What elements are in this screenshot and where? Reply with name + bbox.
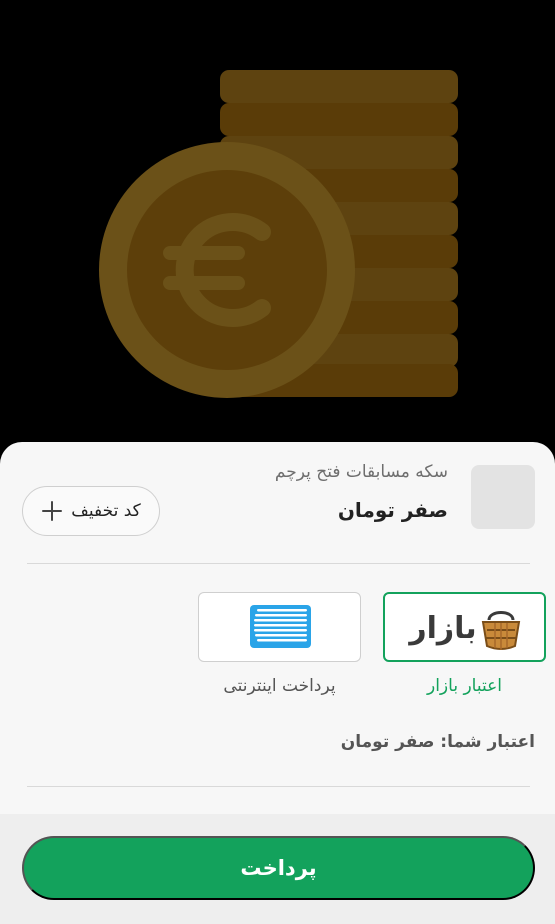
pay-button[interactable]: پرداخت — [22, 836, 535, 900]
divider — [27, 563, 530, 564]
product-price: صفر تومان — [337, 498, 448, 522]
card-icon — [250, 605, 311, 648]
bazaar-logo-text: بازار — [407, 611, 476, 646]
internet-payment-label: پرداخت اینترنتی — [223, 676, 336, 696]
product-thumbnail — [471, 465, 535, 529]
discount-code-button[interactable]: کد تخفیف — [22, 486, 160, 536]
user-credit-text: اعتبار شما: صفر تومان — [340, 732, 535, 752]
payment-sheet: سکه مسابقات فتح پرچم صفر تومان کد تخفیف … — [0, 442, 555, 924]
bazaar-credit-option[interactable]: بازار — [383, 592, 546, 662]
bazaar-logo: بازار — [407, 611, 521, 650]
discount-code-label: کد تخفیف — [71, 501, 141, 521]
internet-payment-option[interactable] — [198, 592, 361, 662]
product-name: سکه مسابقات فتح پرچم — [274, 462, 448, 482]
divider — [27, 786, 530, 787]
footer-bar: پرداخت — [0, 814, 555, 924]
coin-stack-image — [99, 70, 458, 398]
dimmed-backdrop[interactable] — [0, 0, 555, 460]
plus-icon — [42, 501, 63, 521]
bazaar-credit-label: اعتبار بازار — [427, 676, 502, 696]
